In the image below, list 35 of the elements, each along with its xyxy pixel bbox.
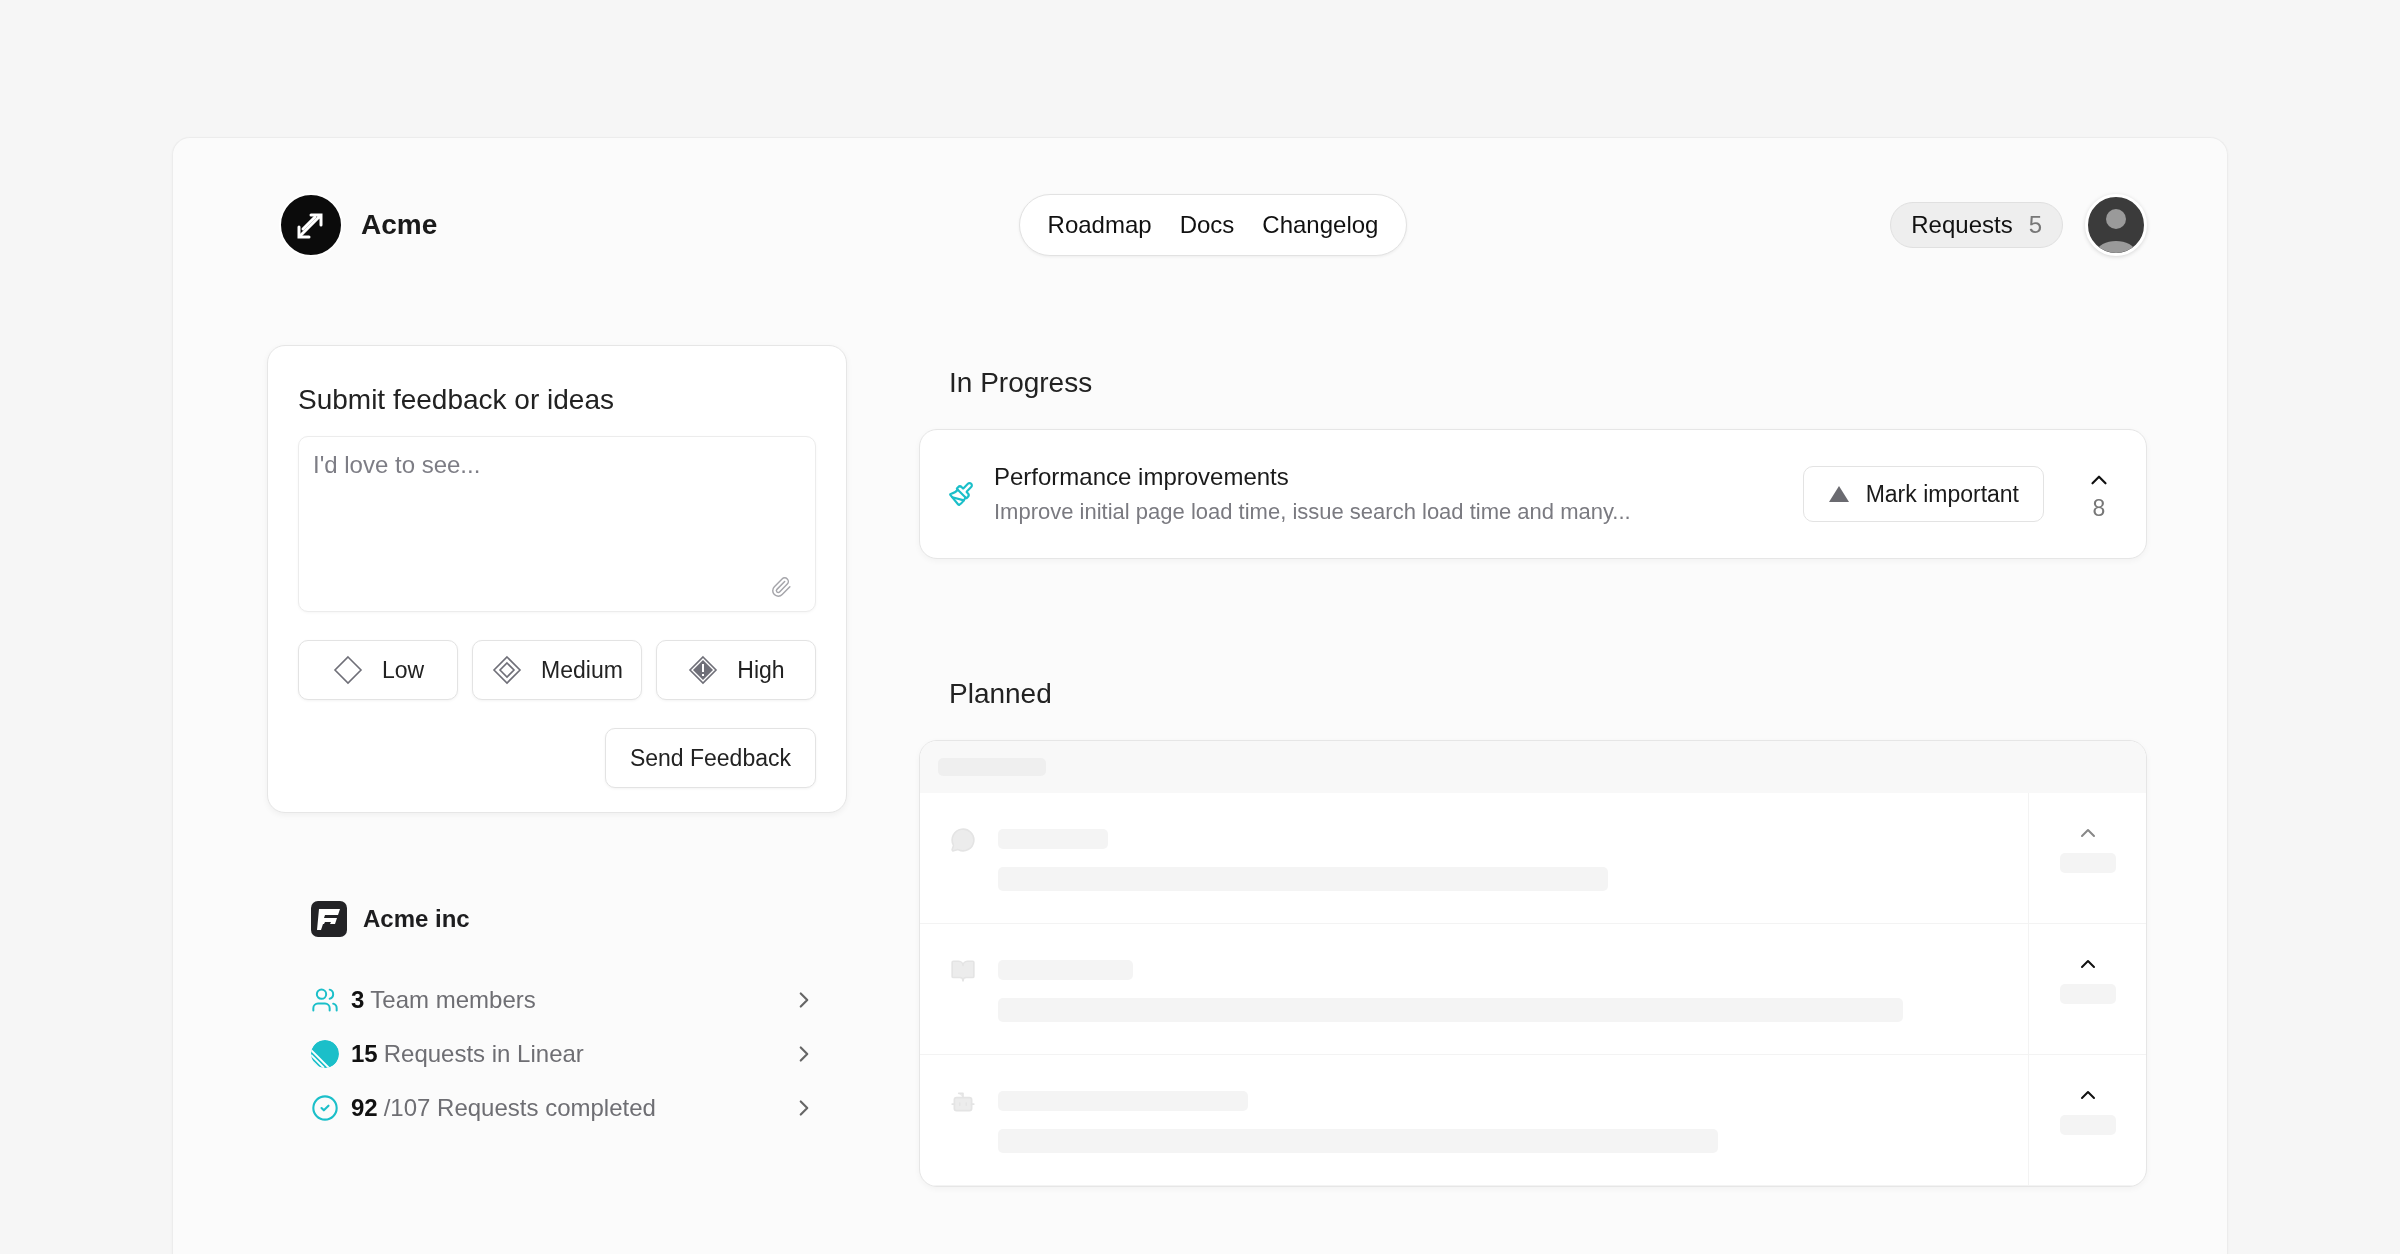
- nav-link[interactable]: Docs: [1179, 210, 1235, 239]
- request-card[interactable]: Performance improvements Improve initial page load time, issue search load time and many... Mark important 8: [919, 429, 2147, 559]
- org-logo-icon: [311, 901, 347, 937]
- request-description: Improve initial page load time, issue search load time and many...: [994, 499, 1632, 525]
- stat-link[interactable]: 92 /107 Requests completed: [311, 1081, 847, 1135]
- nav-link[interactable]: Roadmap: [1047, 210, 1152, 239]
- requests-button[interactable]: Requests 5: [1890, 201, 2063, 248]
- priority-button[interactable]: High: [656, 640, 816, 700]
- nav-link[interactable]: Changelog: [1262, 210, 1379, 239]
- user-avatar[interactable]: [2085, 193, 2147, 256]
- alert-diamond-icon: [687, 654, 720, 686]
- priority-button[interactable]: Low: [298, 640, 458, 700]
- section-title: In Progress: [948, 366, 1094, 400]
- send-feedback-button[interactable]: Send Feedback: [604, 728, 816, 788]
- mark-important-button[interactable]: Mark important: [1802, 466, 2044, 522]
- triangle-icon: [1827, 485, 1850, 503]
- section-title: Planned: [948, 677, 1053, 711]
- feedback-input[interactable]: I'd love to see...: [298, 436, 816, 612]
- brush-icon: [948, 481, 974, 507]
- upvote-button[interactable]: 8: [2082, 466, 2116, 522]
- org-name: Acme inc: [363, 905, 470, 933]
- diamond-icon: [331, 654, 364, 686]
- stat-link[interactable]: 3 Team members: [311, 973, 847, 1027]
- logo-icon: [279, 192, 343, 257]
- request-title: Performance improvements: [994, 463, 1290, 491]
- feedback-title: Submit feedback or ideas: [298, 384, 615, 416]
- stat-link[interactable]: 15 Requests in Linear: [311, 1027, 847, 1081]
- users-icon: [311, 986, 339, 1014]
- priority-button[interactable]: Medium: [472, 640, 642, 700]
- brand-name: Acme: [361, 208, 438, 241]
- linear-icon: [311, 1040, 339, 1068]
- paperclip-icon[interactable]: [770, 576, 792, 598]
- check-circle-icon: [311, 1094, 339, 1122]
- double-diamond-icon: [491, 654, 524, 686]
- chat-bubble-icon: [950, 827, 976, 853]
